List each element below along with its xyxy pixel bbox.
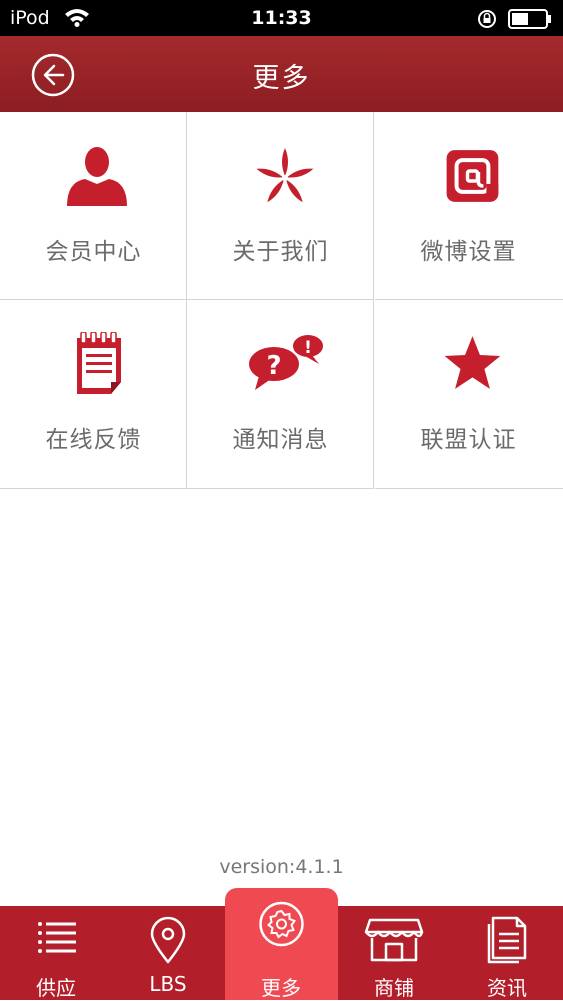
tab-label: 资讯	[487, 976, 527, 1000]
grid-item-member-center[interactable]: 会员中心	[0, 112, 187, 300]
storefront-icon	[364, 918, 424, 962]
grid-item-weibo-settings[interactable]: 微博设置	[375, 112, 563, 300]
user-icon	[67, 147, 127, 206]
status-bar: iPod 11:33	[0, 0, 563, 36]
grid-item-label: 关于我们	[232, 239, 329, 265]
tab-shops[interactable]: 商铺	[338, 906, 450, 1000]
tab-supply[interactable]: 供应	[0, 906, 112, 1000]
grid-item-notifications[interactable]: ? ! 通知消息	[187, 300, 374, 489]
svg-text:?: ?	[266, 351, 281, 381]
flower-icon	[256, 148, 314, 203]
page-title: 更多	[252, 63, 311, 94]
grid-item-alliance-certification[interactable]: 联盟认证	[375, 300, 563, 489]
list-icon	[38, 922, 76, 953]
rotation-lock-icon	[478, 10, 496, 28]
grid-item-label: 在线反馈	[45, 427, 142, 453]
tab-more[interactable]: 更多	[225, 901, 338, 1000]
gear-icon	[259, 901, 304, 947]
tab-label: 更多	[261, 976, 301, 1000]
star-icon	[444, 336, 501, 389]
grid-item-label: 会员中心	[45, 239, 142, 265]
grid-item-label: 联盟认证	[420, 427, 517, 453]
svg-text:!: !	[304, 338, 312, 358]
battery-icon	[508, 9, 551, 29]
map-pin-icon	[150, 916, 186, 964]
grid-item-label: 通知消息	[232, 427, 329, 453]
grid-item-label: 微博设置	[420, 239, 517, 265]
tab-label: 供应	[36, 976, 76, 1000]
menu-grid: 会员中心 关于我们 微博设置 在线反馈 ? ! 通知消息 联盟认证	[0, 112, 563, 489]
notepad-icon	[77, 332, 121, 394]
version-label: version:4.1.1	[219, 856, 344, 878]
grid-item-about-us[interactable]: 关于我们	[187, 112, 374, 300]
nav-bar: 更多	[0, 36, 563, 112]
tab-news[interactable]: 资讯	[451, 906, 563, 1000]
tab-label: 商铺	[374, 976, 414, 1000]
speech-bubbles-icon: ? !	[249, 335, 323, 390]
at-icon	[446, 150, 499, 202]
news-icon	[487, 916, 527, 964]
tab-label: LBS	[149, 972, 187, 996]
tab-lbs[interactable]: LBS	[112, 906, 224, 1000]
grid-item-feedback[interactable]: 在线反馈	[0, 300, 187, 489]
